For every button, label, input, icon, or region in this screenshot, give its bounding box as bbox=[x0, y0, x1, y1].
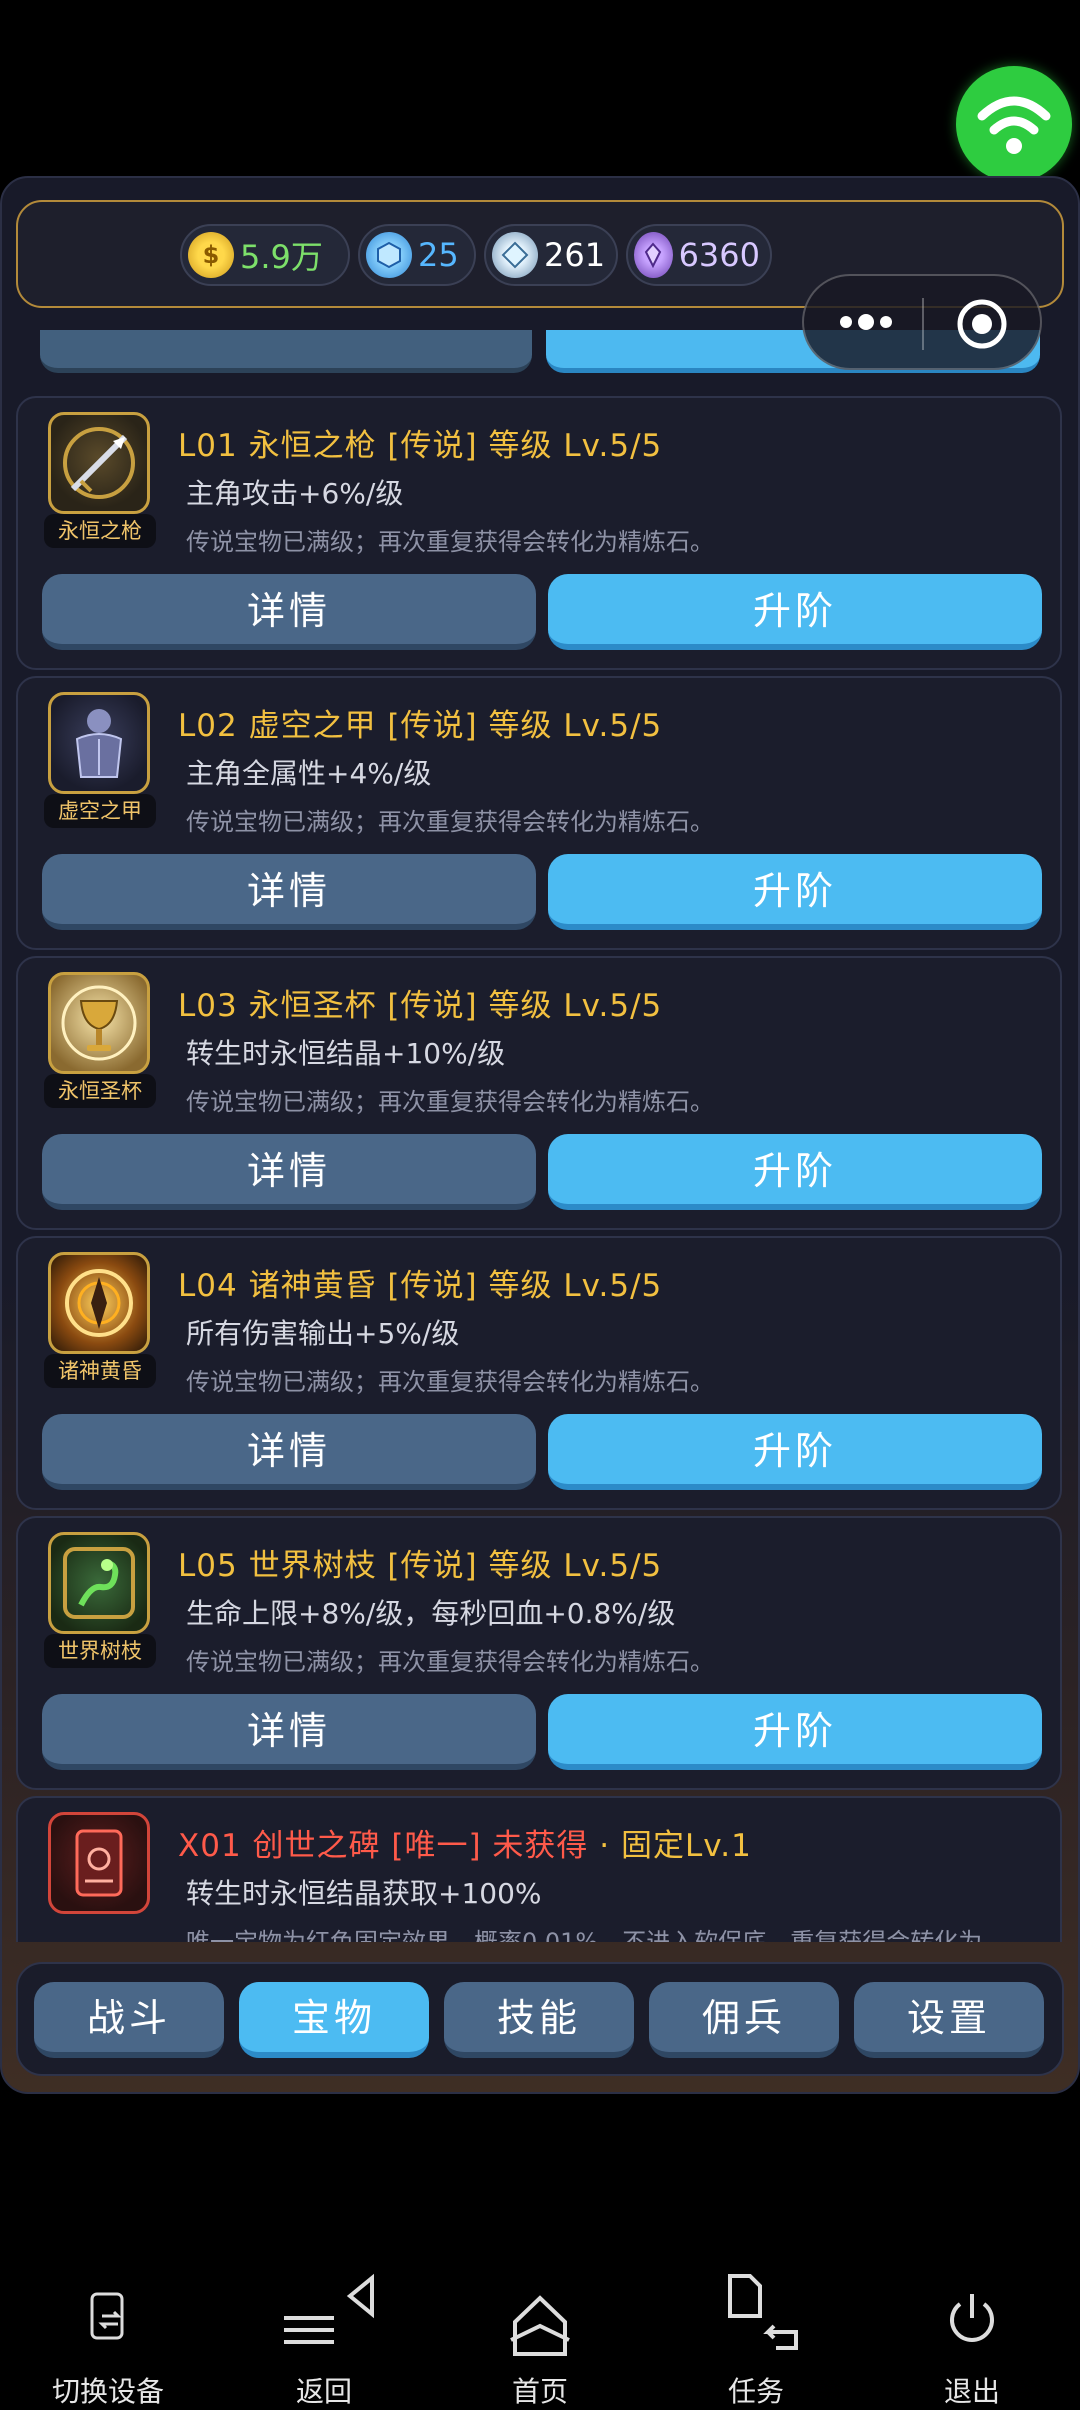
card-effect: 转生时永恒结晶获取+100% bbox=[186, 1877, 542, 1910]
treasure-card: 虚空之甲 L02 虚空之甲 [传说] 等级 Lv.5/5 主角全属性+4%/级 … bbox=[16, 676, 1062, 950]
thumb-label: 诸神黄昏 bbox=[44, 1354, 156, 1388]
more-icon[interactable] bbox=[838, 310, 894, 334]
unique-level: · 固定Lv.1 bbox=[588, 1828, 752, 1864]
diamond-value: 261 bbox=[544, 236, 606, 274]
nav-label: 退出 bbox=[943, 2375, 1000, 2408]
crystal-resource: 6360 bbox=[626, 224, 772, 286]
back-icon bbox=[284, 2273, 374, 2344]
detail-button[interactable]: 详情 bbox=[42, 574, 536, 650]
unique-title: X01 创世之碑 [唯一] 未获得 bbox=[178, 1828, 589, 1864]
card-title: L04 诸神黄昏 [传说] 等级 Lv.5/5 bbox=[178, 1268, 663, 1304]
nav-back[interactable]: 返回 bbox=[224, 2270, 424, 2408]
home-icon bbox=[510, 2295, 570, 2356]
armor-icon bbox=[48, 692, 150, 794]
detail-button[interactable]: 详情 bbox=[42, 1694, 536, 1770]
treasure-card: 诸神黄昏 L04 诸神黄昏 [传说] 等级 Lv.5/5 所有伤害输出+5%/级… bbox=[16, 1236, 1062, 1510]
miniprogram-capsule bbox=[802, 274, 1042, 370]
card-note: 传说宝物已满级；再次重复获得会转化为精炼石。 bbox=[186, 1088, 714, 1116]
card-effect: 主角全属性+4%/级 bbox=[186, 757, 432, 790]
card-title: L03 永恒圣杯 [传说] 等级 Lv.5/5 bbox=[178, 988, 663, 1024]
upgrade-button[interactable]: 升阶 bbox=[548, 574, 1042, 650]
card-effect: 主角攻击+6%/级 bbox=[186, 477, 404, 510]
tab-battle[interactable]: 战斗 bbox=[34, 1982, 224, 2058]
gold-resource: $ 5.9万 bbox=[180, 224, 350, 286]
nav-home[interactable]: 首页 bbox=[440, 2270, 640, 2408]
spear-icon bbox=[48, 412, 150, 514]
gold-coin-icon: $ bbox=[188, 232, 234, 278]
treasure-card: 永恒之枪 L01 永恒之枪 [传说] 等级 Lv.5/5 主角攻击+6%/级 传… bbox=[16, 396, 1062, 670]
upgrade-button[interactable]: 升阶 bbox=[548, 1134, 1042, 1210]
upgrade-button[interactable]: 升阶 bbox=[548, 1414, 1042, 1490]
card-effect: 生命上限+8%/级，每秒回血+0.8%/级 bbox=[186, 1597, 676, 1630]
nav-task[interactable]: 任务 bbox=[656, 2270, 856, 2408]
card-note: 传说宝物已满级；再次重复获得会转化为精炼石。 bbox=[186, 808, 714, 836]
ragnarok-icon bbox=[48, 1252, 150, 1354]
gold-value: 5.9万 bbox=[240, 238, 323, 276]
detail-button[interactable]: 详情 bbox=[42, 854, 536, 930]
unique-treasure-card: X01 创世之碑 [唯一] 未获得 · 固定Lv.1 转生时永恒结晶获取+100… bbox=[16, 1796, 1062, 1942]
treasure-card: 世界树枝 L05 世界树枝 [传说] 等级 Lv.5/5 生命上限+8%/级，每… bbox=[16, 1516, 1062, 1790]
purple-crystal-icon bbox=[634, 232, 673, 278]
diamond-icon bbox=[492, 232, 538, 278]
upgrade-button[interactable]: 升阶 bbox=[548, 1694, 1042, 1770]
detail-button[interactable] bbox=[40, 330, 532, 373]
system-navbar: 切换设备 返回 首页 任务 退出 bbox=[0, 2270, 1080, 2408]
card-title: L05 世界树枝 [传说] 等级 Lv.5/5 bbox=[178, 1548, 663, 1584]
card-title: L01 永恒之枪 [传说] 等级 Lv.5/5 bbox=[178, 428, 663, 464]
nav-label: 切换设备 bbox=[51, 2375, 164, 2408]
world-tree-branch-icon bbox=[48, 1532, 150, 1634]
card-note: 传说宝物已满级；再次重复获得会转化为精炼石。 bbox=[186, 1368, 714, 1396]
diamond-resource: 261 bbox=[484, 224, 618, 286]
switch-device-icon bbox=[90, 2292, 124, 2340]
nav-switch-device[interactable]: 切换设备 bbox=[8, 2270, 208, 2408]
blue-gem-icon bbox=[366, 232, 412, 278]
nav-label: 任务 bbox=[727, 2375, 784, 2408]
card-note: 唯一宝物为红色固定效果，概率0.01%，不进入软保底，重复获得会转化为 bbox=[186, 1928, 983, 1942]
thumb-label: 世界树枝 bbox=[44, 1634, 156, 1668]
genesis-stele-icon bbox=[48, 1812, 150, 1914]
tab-skills[interactable]: 技能 bbox=[444, 1982, 634, 2058]
close-target-icon[interactable] bbox=[956, 298, 1008, 350]
tab-treasure[interactable]: 宝物 bbox=[239, 1982, 429, 2058]
nav-label: 返回 bbox=[295, 2375, 352, 2408]
gem-value: 25 bbox=[418, 236, 459, 274]
bottom-tabbar: 战斗 宝物 技能 佣兵 设置 bbox=[16, 1962, 1064, 2076]
tab-settings[interactable]: 设置 bbox=[854, 1982, 1044, 2058]
task-icon bbox=[728, 2274, 798, 2350]
thumb-label: 永恒圣杯 bbox=[44, 1074, 156, 1108]
crystal-value: 6360 bbox=[678, 236, 760, 274]
tab-mercenary[interactable]: 佣兵 bbox=[649, 1982, 839, 2058]
detail-button[interactable]: 详情 bbox=[42, 1134, 536, 1210]
card-title: X01 创世之碑 [唯一] 未获得 · 固定Lv.1 bbox=[178, 1820, 752, 1865]
upgrade-button[interactable]: 升阶 bbox=[548, 854, 1042, 930]
card-effect: 转生时永恒结晶+10%/级 bbox=[186, 1037, 506, 1070]
gem-resource: 25 bbox=[358, 224, 476, 286]
card-effect: 所有伤害输出+5%/级 bbox=[186, 1317, 460, 1350]
nav-label: 首页 bbox=[511, 2375, 568, 2408]
thumb-label: 永恒之枪 bbox=[44, 514, 156, 548]
detail-button[interactable]: 详情 bbox=[42, 1414, 536, 1490]
wifi-status-icon[interactable] bbox=[956, 66, 1072, 182]
treasure-card: 永恒圣杯 L03 永恒圣杯 [传说] 等级 Lv.5/5 转生时永恒结晶+10%… bbox=[16, 956, 1062, 1230]
power-icon bbox=[950, 2294, 994, 2342]
card-note: 传说宝物已满级；再次重复获得会转化为精炼石。 bbox=[186, 1648, 714, 1676]
card-title: L02 虚空之甲 [传说] 等级 Lv.5/5 bbox=[178, 708, 663, 744]
grail-icon bbox=[48, 972, 150, 1074]
nav-exit[interactable]: 退出 bbox=[872, 2270, 1072, 2408]
thumb-label: 虚空之甲 bbox=[44, 794, 156, 828]
treasure-list[interactable]: 永恒之枪 L01 永恒之枪 [传说] 等级 Lv.5/5 主角攻击+6%/级 传… bbox=[0, 330, 1080, 1942]
card-note: 传说宝物已满级；再次重复获得会转化为精炼石。 bbox=[186, 528, 714, 556]
